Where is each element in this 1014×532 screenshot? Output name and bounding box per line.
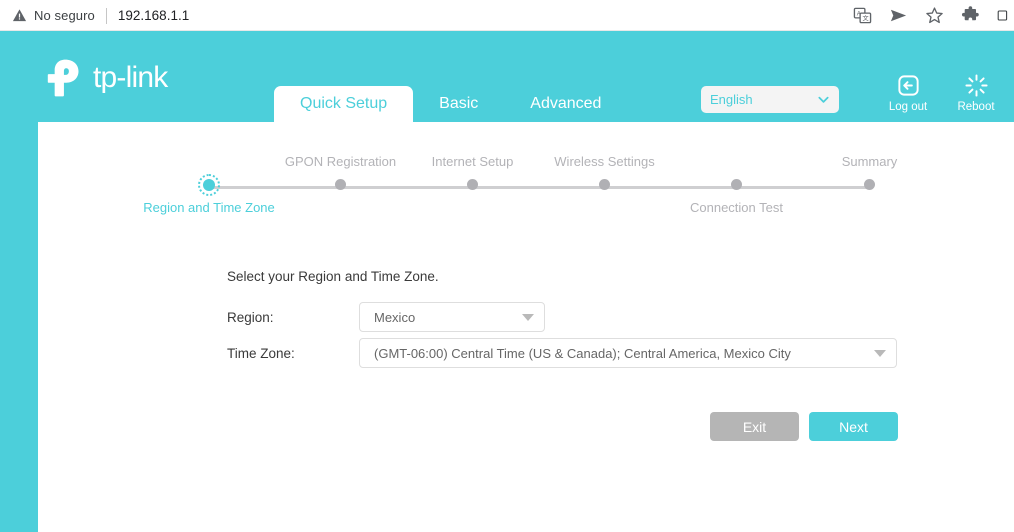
region-select[interactable]: Mexico — [359, 302, 545, 332]
step-dot — [335, 179, 346, 190]
left-accent-strip — [0, 122, 38, 532]
step-dot — [467, 179, 478, 190]
language-value: English — [710, 92, 753, 107]
send-icon[interactable] — [889, 6, 908, 25]
step-gpon-registration[interactable]: GPON Registration — [335, 179, 346, 190]
logout-icon — [896, 73, 921, 98]
browser-toolbar: No seguro 192.168.1.1 A 文 — [0, 0, 1014, 31]
logout-label: Log out — [889, 101, 927, 113]
timezone-select[interactable]: (GMT-06:00) Central Time (US & Canada); … — [359, 338, 897, 368]
step-label: Summary — [842, 154, 898, 169]
setup-progress-stepper: Region and Time Zone GPON Registration I… — [38, 122, 1014, 232]
router-admin-page: tp-link Quick Setup Basic Advanced Engli… — [0, 31, 1014, 532]
exit-button[interactable]: Exit — [710, 412, 799, 441]
step-label: Region and Time Zone — [143, 200, 275, 215]
security-label: No seguro — [34, 8, 95, 23]
region-row: Region: Mexico — [227, 302, 545, 332]
url-divider — [106, 8, 107, 24]
stepper-track — [209, 186, 871, 189]
step-label: GPON Registration — [285, 154, 396, 169]
active-step-ring — [198, 174, 220, 196]
caret-down-icon — [874, 350, 886, 357]
reboot-button[interactable]: Reboot — [952, 73, 1000, 113]
brand-text: tp-link — [93, 61, 167, 95]
step-dot — [203, 179, 215, 191]
step-dot — [731, 179, 742, 190]
region-label: Region: — [227, 310, 359, 325]
language-select[interactable]: English — [701, 86, 839, 113]
form-intro-text: Select your Region and Time Zone. — [227, 269, 439, 284]
reboot-label: Reboot — [957, 101, 994, 113]
step-wireless-settings[interactable]: Wireless Settings — [599, 179, 610, 190]
logout-button[interactable]: Log out — [884, 73, 932, 113]
step-dot — [864, 179, 875, 190]
translate-icon[interactable]: A 文 — [853, 6, 872, 25]
step-summary[interactable]: Summary — [864, 179, 875, 190]
caret-down-icon — [522, 314, 534, 321]
svg-text:文: 文 — [863, 14, 869, 22]
tab-advanced[interactable]: Advanced — [504, 86, 627, 122]
main-tabs: Quick Setup Basic Advanced — [274, 86, 627, 122]
url-text[interactable]: 192.168.1.1 — [118, 8, 189, 23]
chevron-down-icon — [817, 93, 830, 106]
form-actions: Exit Next — [710, 412, 898, 441]
tplink-logo: tp-link — [40, 56, 167, 100]
timezone-value: (GMT-06:00) Central Time (US & Canada); … — [374, 346, 791, 361]
tab-basic[interactable]: Basic — [413, 86, 504, 122]
browser-action-icons: A 文 — [853, 6, 1014, 25]
extensions-puzzle-icon[interactable] — [961, 6, 980, 25]
bookmark-star-icon[interactable] — [925, 6, 944, 25]
next-button[interactable]: Next — [809, 412, 898, 441]
region-value: Mexico — [374, 310, 415, 325]
step-label: Internet Setup — [432, 154, 514, 169]
profile-icon[interactable] — [997, 6, 1009, 25]
step-internet-setup[interactable]: Internet Setup — [467, 179, 478, 190]
warning-triangle-icon — [12, 8, 27, 23]
timezone-label: Time Zone: — [227, 346, 359, 361]
step-label: Connection Test — [690, 200, 783, 215]
step-connection-test[interactable]: Connection Test — [731, 179, 742, 190]
step-label: Wireless Settings — [554, 154, 654, 169]
tplink-mark-icon — [40, 56, 84, 100]
step-region-and-time-zone[interactable]: Region and Time Zone — [203, 179, 215, 191]
reboot-icon — [964, 73, 989, 98]
tab-quick-setup[interactable]: Quick Setup — [274, 86, 413, 122]
step-dot — [599, 179, 610, 190]
site-security-chip[interactable]: No seguro — [12, 8, 95, 23]
timezone-row: Time Zone: (GMT-06:00) Central Time (US … — [227, 338, 897, 368]
